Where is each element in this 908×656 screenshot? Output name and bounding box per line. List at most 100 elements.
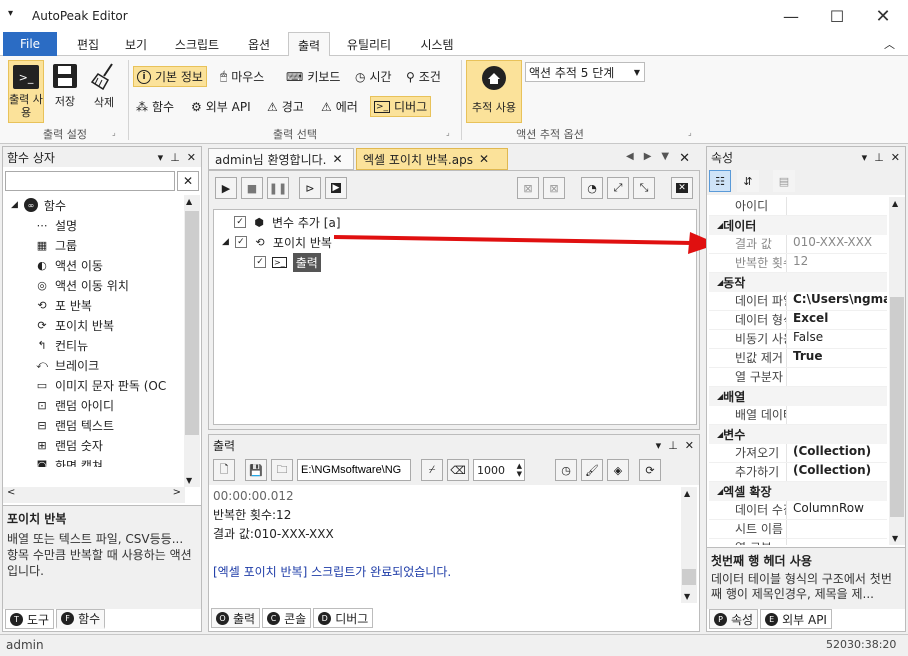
tab-utility[interactable]: 유틸리티: [338, 32, 400, 56]
pause-button[interactable]: ❚❚: [267, 177, 289, 199]
function-list-item[interactable]: ◙ 화면 캡쳐: [11, 455, 201, 468]
property-row[interactable]: 데이터 형식Excel: [709, 311, 887, 330]
tab-view[interactable]: 보기: [114, 32, 158, 56]
property-row[interactable]: 배열 데이터: [709, 406, 887, 425]
checkbox[interactable]: ✓: [234, 216, 246, 228]
property-category[interactable]: ◢ 배열: [709, 387, 887, 406]
clear-search-icon[interactable]: ✕: [177, 171, 199, 191]
dropdown-icon[interactable]: ▼: [661, 151, 669, 166]
scroll-right-icon[interactable]: ▶: [644, 151, 652, 166]
maximize-button[interactable]: ☐: [814, 0, 860, 32]
dropdown-icon[interactable]: ▾: [656, 439, 662, 452]
property-row[interactable]: 결과 값 010-XXX-XXX: [709, 235, 887, 254]
clear-log-button[interactable]: ⌿: [421, 459, 443, 481]
pin-icon[interactable]: ⊥: [668, 439, 678, 452]
property-category[interactable]: ◢ 변수: [709, 425, 887, 444]
script-node-output[interactable]: ✓ >_ 출력: [254, 252, 321, 272]
refresh-button[interactable]: ⟳: [639, 459, 661, 481]
tab-functions[interactable]: F 함수: [56, 609, 106, 629]
tab-debug[interactable]: D 디버그: [313, 608, 374, 628]
property-row[interactable]: 추가하기 (Collection): [709, 463, 887, 482]
tree-root[interactable]: ◢ ∞ 함수: [11, 195, 201, 215]
dropdown-icon[interactable]: ▾: [158, 151, 164, 164]
dialog-launcher-icon[interactable]: ⌟: [688, 128, 692, 137]
external-api-toggle[interactable]: ⚙ 외부 API: [188, 96, 254, 117]
debug-toggle[interactable]: >_ 디버그: [370, 96, 432, 117]
function-list-item[interactable]: ⋯ 설명: [11, 215, 201, 235]
property-category[interactable]: ◢ 동작: [709, 273, 887, 292]
fill-button[interactable]: ◈: [607, 459, 629, 481]
function-list-item[interactable]: ⟳ 포이치 반복: [11, 315, 201, 335]
close-window-button[interactable]: ✕: [860, 0, 906, 32]
close-icon[interactable]: ✕: [679, 151, 690, 166]
stop-button[interactable]: ■: [241, 177, 263, 199]
condition-toggle[interactable]: ⚲ 조건: [403, 66, 444, 87]
property-row[interactable]: 열 구분: [709, 539, 887, 545]
doc-tab-script[interactable]: 엑셀 포이치 반복.aps ✕: [356, 148, 508, 170]
mouse-toggle[interactable]: 🖱 마우스: [217, 66, 267, 87]
clear-button[interactable]: 삭제: [86, 60, 122, 123]
save-log-button[interactable]: 💾: [245, 459, 267, 481]
doc-tab-welcome[interactable]: admin님 환영합니다. ✕: [208, 148, 354, 170]
trace-level-select[interactable]: 액션 추적 5 단계 ▼: [525, 62, 645, 82]
tab-output[interactable]: 출력: [288, 32, 330, 57]
tab-properties[interactable]: P 속성: [709, 609, 759, 629]
dialog-launcher-icon[interactable]: ⌟: [112, 128, 116, 137]
eraser-button[interactable]: ⌫: [447, 459, 469, 481]
alphabetical-button[interactable]: ⇵: [737, 170, 759, 192]
function-toggle[interactable]: ⁂ 함수: [133, 96, 177, 117]
function-list-item[interactable]: ⊟ 랜덤 텍스트: [11, 415, 201, 435]
property-row[interactable]: 데이터 수집ColumnRow: [709, 501, 887, 520]
checkbox[interactable]: ✓: [254, 256, 266, 268]
function-search-input[interactable]: [5, 171, 175, 191]
property-category[interactable]: ◢ 데이터: [709, 216, 887, 235]
property-row[interactable]: 빈값 제거 True: [709, 349, 887, 368]
time-toggle[interactable]: ◷ 시간: [352, 66, 395, 87]
scrollbar-thumb[interactable]: [682, 569, 696, 585]
function-list-item[interactable]: ⤺ 브레이크: [11, 355, 201, 375]
checkbox[interactable]: ✓: [234, 236, 247, 248]
timer-button[interactable]: ◔: [581, 177, 603, 199]
function-list-item[interactable]: ▭ 이미지 문자 판독 (OC: [11, 375, 201, 395]
pin-icon[interactable]: ⊥: [170, 151, 180, 164]
property-row[interactable]: 가져오기 (Collection): [709, 444, 887, 463]
function-list-item[interactable]: ⊞ 랜덤 숫자: [11, 435, 201, 455]
function-list-item[interactable]: ⊡ 랜덤 아이디: [11, 395, 201, 415]
tab-options[interactable]: 옵션: [236, 32, 282, 56]
new-log-button[interactable]: 🗋: [213, 459, 235, 481]
property-row[interactable]: 데이터 파일C:\Users\ngma: [709, 292, 887, 311]
tab-console[interactable]: C 콘솔: [262, 608, 312, 628]
close-icon[interactable]: ✕: [891, 151, 900, 164]
close-icon[interactable]: ✕: [187, 151, 196, 164]
pin-icon[interactable]: ⊥: [874, 151, 884, 164]
stepper-arrows-icon[interactable]: ▲ ▼: [517, 462, 524, 478]
dropdown-icon[interactable]: ▾: [862, 151, 868, 164]
horizontal-scrollbar[interactable]: < >: [3, 487, 185, 503]
expand-icon[interactable]: ◢: [11, 200, 18, 210]
property-row[interactable]: 비동기 사용False: [709, 330, 887, 349]
property-row[interactable]: 열 구분자: [709, 368, 887, 387]
function-list-item[interactable]: ▦ 그룹: [11, 235, 201, 255]
window-menu-icon[interactable]: ▾: [8, 8, 13, 19]
keyboard-toggle[interactable]: ⌨ 키보드: [283, 66, 343, 87]
property-row[interactable]: 시트 이름: [709, 520, 887, 539]
property-row[interactable]: 아이디: [709, 197, 887, 216]
file-menu[interactable]: File: [3, 32, 57, 56]
scroll-left-icon[interactable]: ◀: [626, 151, 634, 166]
function-list-item[interactable]: ◎ 액션 이동 위치: [11, 275, 201, 295]
log-path-input[interactable]: [297, 459, 411, 481]
tree-scrollbar[interactable]: ▲ ▼: [184, 195, 200, 487]
minimize-button[interactable]: —: [768, 0, 814, 32]
step-button[interactable]: ⊳: [299, 177, 321, 199]
function-list-item[interactable]: ◐ 액션 이동: [11, 255, 201, 275]
play-button[interactable]: ▶: [215, 177, 237, 199]
scrollbar-thumb[interactable]: [185, 211, 199, 435]
collapse-all-button[interactable]: ⤡: [633, 177, 655, 199]
categorized-button[interactable]: ☷: [709, 170, 731, 192]
log-scrollbar[interactable]: ▲ ▼: [681, 487, 697, 603]
expand-icon[interactable]: ◢: [222, 237, 229, 247]
close-icon[interactable]: ✕: [332, 152, 342, 166]
basic-info-toggle[interactable]: i 기본 정보: [133, 66, 207, 87]
tab-external-api[interactable]: E 외부 API: [760, 609, 832, 629]
tab-tools[interactable]: T 도구: [5, 609, 55, 629]
